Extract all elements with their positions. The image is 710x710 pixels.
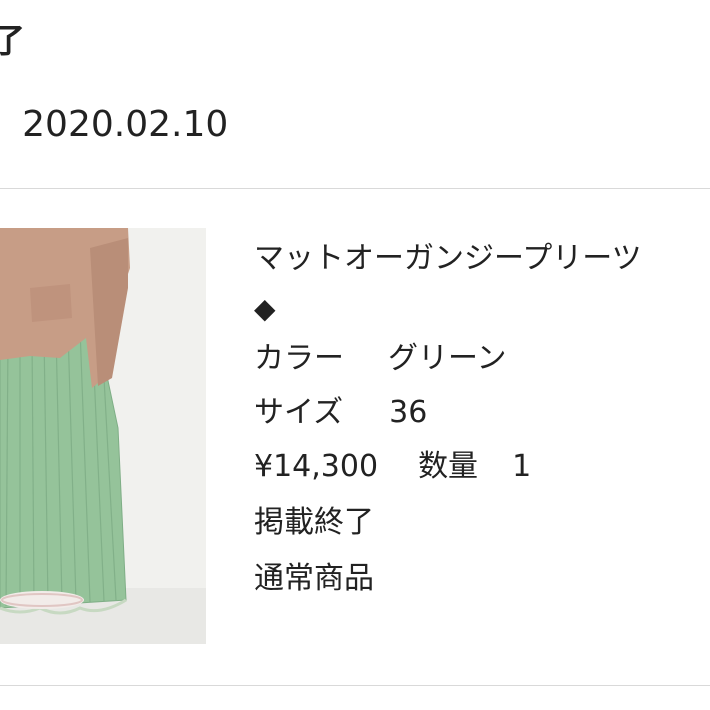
order-date: :2020.02.10 xyxy=(0,104,228,145)
size-value: 36 xyxy=(389,395,428,430)
quantity-value: 1 xyxy=(512,449,532,484)
order-detail-screen: 了 :2020.02.10 xyxy=(0,0,710,710)
product-title-marker: ◆ xyxy=(254,292,276,325)
order-date-value: 2020.02.10 xyxy=(22,104,229,145)
divider-bottom xyxy=(0,685,710,686)
product-photo-icon xyxy=(0,228,206,644)
product-title[interactable]: マットオーガンジープリーツ xyxy=(254,244,642,274)
color-value: グリーン xyxy=(388,341,507,376)
product-image[interactable] xyxy=(0,228,206,644)
order-date-prefix: : xyxy=(0,104,4,145)
product-size-row: サイズ 36 xyxy=(254,398,427,428)
product-type: 通常商品 xyxy=(254,561,374,596)
divider-top xyxy=(0,188,710,189)
color-label: カラー xyxy=(254,341,344,376)
size-label: サイズ xyxy=(254,395,344,430)
price-value: ¥14,300 xyxy=(254,449,379,484)
product-price-row: ¥14,300 数量 1 xyxy=(254,452,531,482)
listing-status: 掲載終了 xyxy=(254,505,374,540)
product-color-row: カラー グリーン xyxy=(254,344,507,374)
quantity-label: 数量 xyxy=(418,449,479,484)
order-status-fragment: 了 xyxy=(0,21,25,60)
